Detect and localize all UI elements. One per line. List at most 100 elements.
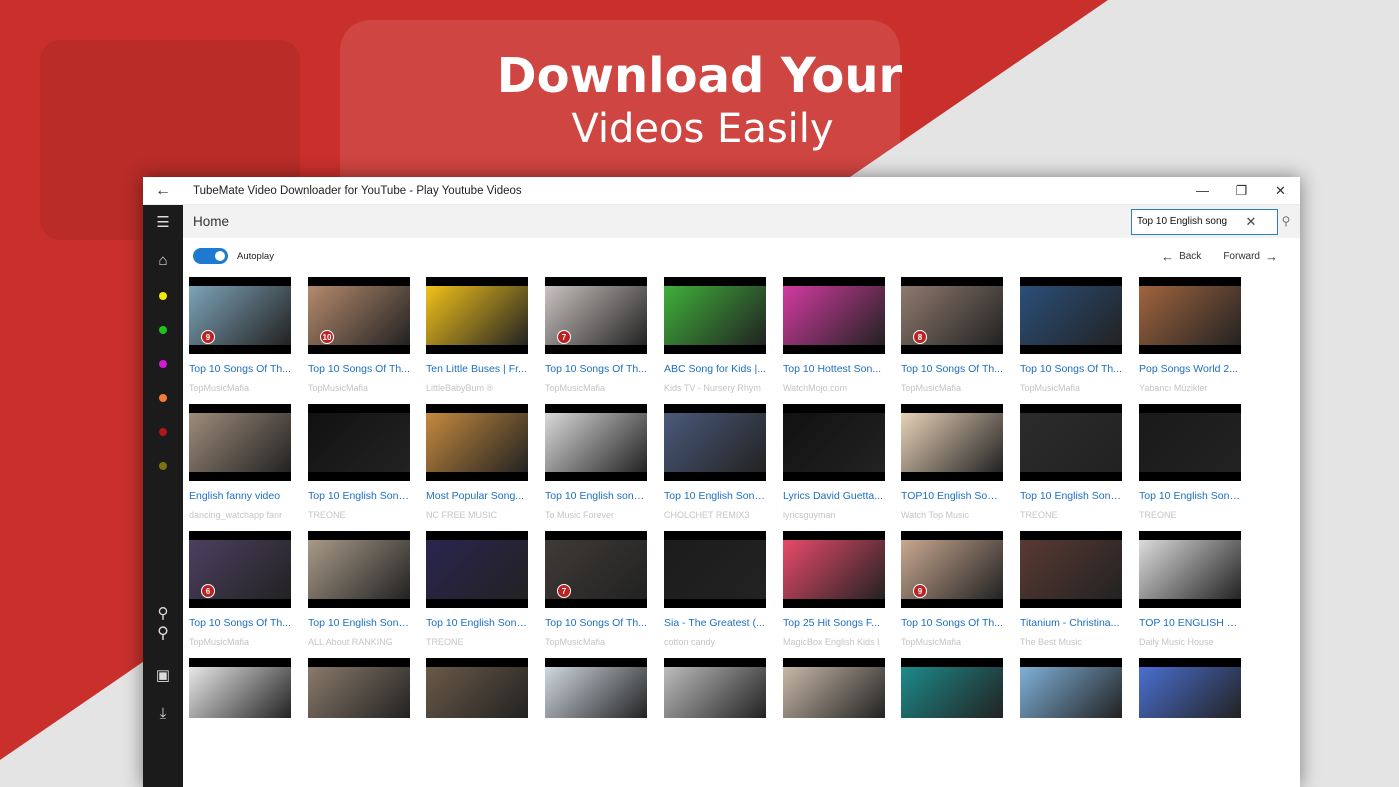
- color-filter-orange[interactable]: [143, 383, 183, 413]
- video-card[interactable]: 9 Top 10 Songs Of Th... TopMusicMafia: [189, 277, 291, 393]
- video-thumbnail[interactable]: [1139, 404, 1241, 481]
- video-title[interactable]: Top 10 Songs Of Th...: [189, 617, 291, 629]
- video-title[interactable]: English fanny video: [189, 490, 291, 502]
- back-button[interactable]: ← Back: [1161, 249, 1201, 264]
- video-title[interactable]: ABC Song for Kids |...: [664, 363, 766, 375]
- video-title[interactable]: Sia - The Greatest (...: [664, 617, 766, 629]
- video-title[interactable]: Top 10 Songs Of Th...: [901, 363, 1003, 375]
- video-thumbnail[interactable]: [1020, 404, 1122, 481]
- video-title[interactable]: TOP10 English Song...: [901, 490, 1003, 502]
- color-filter-yellow[interactable]: [143, 281, 183, 311]
- video-card[interactable]: Top 10 Songs Of Th... TopMusicMafia: [1020, 277, 1122, 393]
- video-thumbnail[interactable]: [545, 658, 647, 718]
- search-input[interactable]: [1132, 216, 1242, 227]
- video-thumbnail[interactable]: [308, 658, 410, 718]
- video-card[interactable]: [1139, 658, 1241, 718]
- search-box[interactable]: ✕: [1131, 208, 1278, 235]
- video-card[interactable]: 9 Top 10 Songs Of Th... TopMusicMafia: [901, 531, 1003, 647]
- video-thumbnail[interactable]: 7: [545, 277, 647, 354]
- video-card[interactable]: 10 Top 10 Songs Of Th... TopMusicMafia: [308, 277, 410, 393]
- video-thumbnail[interactable]: [426, 658, 528, 718]
- video-card[interactable]: Most Popular Song... NC FREE MUSIC: [426, 404, 528, 520]
- video-thumbnail[interactable]: [1139, 531, 1241, 608]
- video-card[interactable]: Lyrics David Guetta... lyricsguyman: [783, 404, 885, 520]
- close-button[interactable]: ✕: [1261, 177, 1300, 205]
- video-title[interactable]: Top 10 Songs Of Th...: [1020, 363, 1122, 375]
- video-card[interactable]: Ten Little Buses | Fr... LittleBabyBum ®: [426, 277, 528, 393]
- menu-icon[interactable]: ☰: [143, 207, 183, 237]
- video-thumbnail[interactable]: [783, 277, 885, 354]
- video-thumbnail[interactable]: [1020, 277, 1122, 354]
- video-title[interactable]: Top 10 Songs Of Th...: [308, 363, 410, 375]
- video-thumbnail[interactable]: [1139, 658, 1241, 718]
- video-camera-icon[interactable]: ▣: [143, 660, 183, 690]
- video-thumbnail[interactable]: [1020, 531, 1122, 608]
- video-thumbnail[interactable]: [901, 658, 1003, 718]
- video-thumbnail[interactable]: 8: [901, 277, 1003, 354]
- back-arrow-icon[interactable]: ←: [143, 177, 183, 205]
- color-filter-magenta[interactable]: [143, 349, 183, 379]
- video-thumbnail[interactable]: 9: [189, 277, 291, 354]
- video-title[interactable]: TOP 10 ENGLISH S...: [1139, 617, 1241, 629]
- video-thumbnail[interactable]: 6: [189, 531, 291, 608]
- video-thumbnail[interactable]: [426, 404, 528, 481]
- restore-button[interactable]: ❐: [1222, 177, 1261, 205]
- video-thumbnail[interactable]: [664, 531, 766, 608]
- video-card[interactable]: TOP 10 ENGLISH S... Daily Music House: [1139, 531, 1241, 647]
- video-card[interactable]: Top 10 English song... To Music Forever: [545, 404, 647, 520]
- video-thumbnail[interactable]: 7: [545, 531, 647, 608]
- video-card[interactable]: [783, 658, 885, 718]
- video-thumbnail[interactable]: [1139, 277, 1241, 354]
- video-card[interactable]: 8 Top 10 Songs Of Th... TopMusicMafia: [901, 277, 1003, 393]
- video-title[interactable]: Titanium - Christina...: [1020, 617, 1122, 629]
- video-thumbnail[interactable]: [426, 531, 528, 608]
- minimize-button[interactable]: —: [1183, 177, 1222, 205]
- color-filter-olive[interactable]: [143, 451, 183, 481]
- video-thumbnail[interactable]: 10: [308, 277, 410, 354]
- video-card[interactable]: 6 Top 10 Songs Of Th... TopMusicMafia: [189, 531, 291, 647]
- video-thumbnail[interactable]: [664, 658, 766, 718]
- video-title[interactable]: Top 10 Songs Of Th...: [189, 363, 291, 375]
- video-title[interactable]: Top 10 English Song...: [664, 490, 766, 502]
- video-thumbnail[interactable]: [308, 404, 410, 481]
- video-title[interactable]: Top 10 English song...: [545, 490, 647, 502]
- video-card[interactable]: Top 10 English Song... CHOLCHET REMIX3: [664, 404, 766, 520]
- video-card[interactable]: English fanny video dancing_watchapp fanr: [189, 404, 291, 520]
- video-card[interactable]: Top 10 English Song... TREONE: [1020, 404, 1122, 520]
- video-thumbnail[interactable]: [1020, 658, 1122, 718]
- video-card[interactable]: TOP10 English Song... Watch Top Music: [901, 404, 1003, 520]
- video-card[interactable]: [664, 658, 766, 718]
- video-title[interactable]: Top 10 Songs Of Th...: [545, 363, 647, 375]
- forward-button[interactable]: Forward →: [1223, 249, 1278, 264]
- video-thumbnail[interactable]: [545, 404, 647, 481]
- video-card[interactable]: Top 10 English Song... TREONE: [426, 531, 528, 647]
- download-icon[interactable]: ⤓: [143, 698, 183, 728]
- video-thumbnail[interactable]: [783, 404, 885, 481]
- video-thumbnail[interactable]: [189, 404, 291, 481]
- video-title[interactable]: Lyrics David Guetta...: [783, 490, 885, 502]
- video-card[interactable]: Top 10 English Song... TREONE: [308, 404, 410, 520]
- video-title[interactable]: Top 10 Hottest Son...: [783, 363, 885, 375]
- video-thumbnail[interactable]: [308, 531, 410, 608]
- video-card[interactable]: Titanium - Christina... The Best Music: [1020, 531, 1122, 647]
- video-thumbnail[interactable]: [664, 277, 766, 354]
- video-thumbnail[interactable]: [783, 531, 885, 608]
- video-card[interactable]: [545, 658, 647, 718]
- video-thumbnail[interactable]: [783, 658, 885, 718]
- video-thumbnail[interactable]: [189, 658, 291, 718]
- video-thumbnail[interactable]: [426, 277, 528, 354]
- clear-search-icon[interactable]: ✕: [1242, 214, 1260, 230]
- video-card[interactable]: [308, 658, 410, 718]
- video-thumbnail[interactable]: [664, 404, 766, 481]
- video-title[interactable]: Top 10 English Song...: [308, 490, 410, 502]
- video-card[interactable]: Pop Songs World 2... Yabancı Müzikler: [1139, 277, 1241, 393]
- video-title[interactable]: Top 10 English Song...: [1020, 490, 1122, 502]
- search-icon[interactable]: ⚲: [143, 618, 183, 648]
- video-title[interactable]: Top 10 English Song...: [426, 617, 528, 629]
- video-card[interactable]: ABC Song for Kids |... Kids TV - Nursery …: [664, 277, 766, 393]
- video-card[interactable]: [426, 658, 528, 718]
- video-card[interactable]: Top 10 English Song... ALL About RANKING: [308, 531, 410, 647]
- video-title[interactable]: Top 25 Hit Songs F...: [783, 617, 885, 629]
- video-card[interactable]: [901, 658, 1003, 718]
- video-card[interactable]: [1020, 658, 1122, 718]
